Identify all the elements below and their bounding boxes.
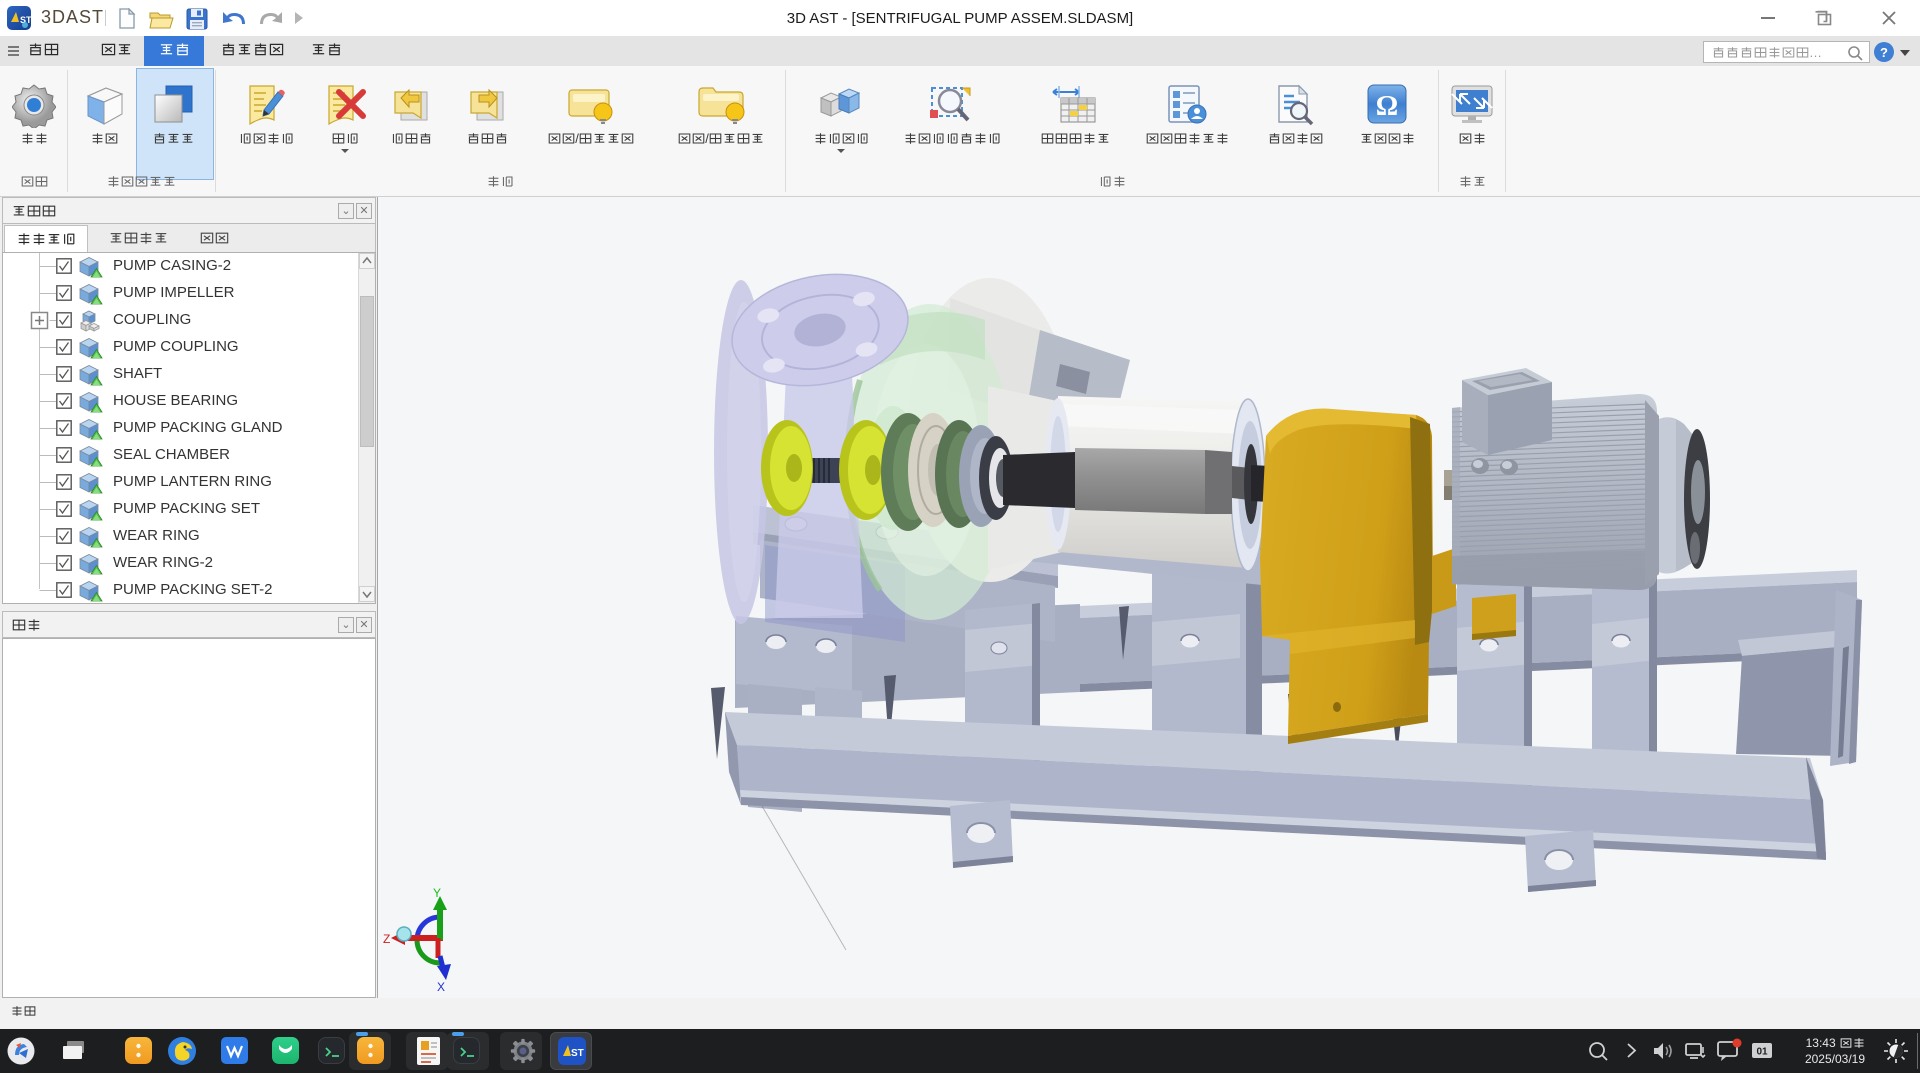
svg-text:?: ? (1880, 45, 1888, 60)
svg-text:Ω: Ω (1376, 91, 1398, 122)
svg-text:ST: ST (571, 1048, 584, 1059)
svg-text:01: 01 (1756, 1047, 1768, 1058)
svg-text:X: X (437, 980, 445, 994)
svg-text:Z: Z (383, 932, 390, 946)
svg-text:Y: Y (433, 886, 441, 900)
